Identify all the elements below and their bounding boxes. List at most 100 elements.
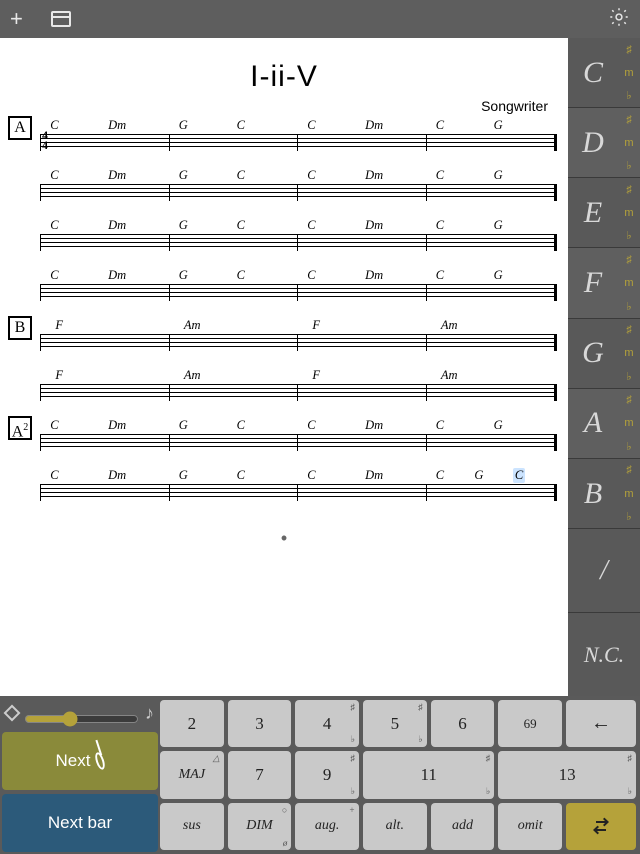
modifier-m[interactable]: m — [618, 412, 640, 435]
staff-line[interactable]: A2CDmGCCDmCG — [8, 424, 554, 452]
modifier-♯[interactable]: ♯ — [618, 459, 640, 482]
chord[interactable]: Dm — [365, 268, 383, 283]
modifier-m[interactable]: m — [618, 272, 640, 295]
modifier-m[interactable]: m — [618, 131, 640, 154]
staff-line[interactable]: FAmFAm — [8, 374, 554, 402]
chord[interactable]: Dm — [365, 418, 383, 433]
chord[interactable]: C — [513, 468, 525, 483]
chord[interactable]: G — [179, 218, 188, 233]
staff-line[interactable]: CDmGCCDmCG — [8, 274, 554, 302]
next-bar-button[interactable]: Next bar — [2, 794, 158, 852]
key-5[interactable]: 5♯♭ — [363, 700, 427, 747]
key-maj[interactable]: MAJ△ — [160, 751, 224, 798]
chord[interactable]: C — [436, 168, 444, 183]
key-add[interactable]: add — [431, 803, 495, 850]
key-omit[interactable]: omit — [498, 803, 562, 850]
chord[interactable]: C — [436, 468, 444, 483]
chord[interactable]: C — [307, 268, 315, 283]
modifier-m[interactable]: m — [618, 61, 640, 84]
chord[interactable]: C — [307, 468, 315, 483]
chord[interactable]: Dm — [108, 118, 126, 133]
modifier-♯[interactable]: ♯ — [618, 38, 640, 61]
modifier-m[interactable]: m — [618, 201, 640, 224]
chord[interactable]: G — [494, 268, 503, 283]
key-aug[interactable]: aug.+ — [295, 803, 359, 850]
chord[interactable]: C — [237, 218, 245, 233]
palette-key-b[interactable]: B♯m♭ — [568, 459, 640, 529]
chord[interactable]: G — [179, 118, 188, 133]
staff-line[interactable]: CDmGCCDmCGC — [8, 474, 554, 502]
key-6[interactable]: 6 — [431, 700, 495, 747]
key-swap[interactable] — [566, 803, 636, 850]
modifier-♭[interactable]: ♭ — [618, 435, 640, 458]
palette-key-f[interactable]: F♯m♭ — [568, 248, 640, 318]
chord[interactable]: G — [179, 418, 188, 433]
modifier-♯[interactable]: ♯ — [618, 389, 640, 412]
staff-line[interactable]: CDmGCCDmCG — [8, 174, 554, 202]
chord[interactable]: G — [179, 268, 188, 283]
sheet-page[interactable]: I-ii-V Songwriter A44CDmGCCDmCGCDmGCCDmC… — [0, 38, 568, 696]
palette-key-e[interactable]: E♯m♭ — [568, 178, 640, 248]
modifier-♭[interactable]: ♭ — [618, 154, 640, 177]
modifier-♯[interactable]: ♯ — [618, 178, 640, 201]
key-dim[interactable]: DIM○ø — [228, 803, 292, 850]
modifier-♭[interactable]: ♭ — [618, 224, 640, 247]
chord[interactable]: G — [179, 468, 188, 483]
modifier-♭[interactable]: ♭ — [618, 295, 640, 318]
chord[interactable]: C — [237, 118, 245, 133]
chord[interactable]: C — [436, 268, 444, 283]
chord[interactable]: C — [237, 418, 245, 433]
chord[interactable]: C — [307, 218, 315, 233]
modifier-♯[interactable]: ♯ — [618, 248, 640, 271]
chord[interactable]: C — [307, 418, 315, 433]
palette-key-c[interactable]: C♯m♭ — [568, 38, 640, 108]
chord[interactable]: Dm — [365, 218, 383, 233]
chord[interactable]: G — [494, 218, 503, 233]
add-icon[interactable]: + — [10, 8, 23, 30]
chord[interactable]: C — [50, 418, 58, 433]
palette-nc[interactable]: N.C. — [568, 613, 640, 696]
chord[interactable]: C — [436, 218, 444, 233]
chord[interactable]: G — [474, 468, 483, 483]
palette-key-g[interactable]: G♯m♭ — [568, 319, 640, 389]
chord[interactable]: C — [237, 468, 245, 483]
chord[interactable]: F — [55, 318, 63, 333]
chord[interactable]: Dm — [108, 468, 126, 483]
chord[interactable]: Am — [184, 368, 201, 383]
key-7[interactable]: 7 — [228, 751, 292, 798]
chord[interactable]: Dm — [108, 268, 126, 283]
key-3[interactable]: 3 — [228, 700, 292, 747]
chord[interactable]: Dm — [108, 418, 126, 433]
key-4[interactable]: 4♯♭ — [295, 700, 359, 747]
staff-line[interactable]: BFAmFAm — [8, 324, 554, 352]
staff-line[interactable]: A44CDmGCCDmCG — [8, 124, 554, 152]
chord[interactable]: Dm — [365, 118, 383, 133]
duration-slider[interactable] — [24, 711, 139, 727]
chord[interactable]: G — [494, 168, 503, 183]
modifier-m[interactable]: m — [618, 482, 640, 505]
chord[interactable]: Dm — [365, 468, 383, 483]
gear-icon[interactable] — [608, 6, 630, 33]
modifier-♭[interactable]: ♭ — [618, 505, 640, 528]
chord[interactable]: F — [312, 318, 320, 333]
chord[interactable]: C — [237, 168, 245, 183]
chord[interactable]: G — [494, 418, 503, 433]
palette-key-a[interactable]: A♯m♭ — [568, 389, 640, 459]
modifier-♭[interactable]: ♭ — [618, 365, 640, 388]
next-button[interactable]: Next — [2, 732, 158, 790]
palette-slash[interactable]: / — [568, 529, 640, 613]
chord[interactable]: Am — [441, 368, 458, 383]
chord[interactable]: F — [312, 368, 320, 383]
palette-key-d[interactable]: D♯m♭ — [568, 108, 640, 178]
chord[interactable]: C — [237, 268, 245, 283]
modifier-♭[interactable]: ♭ — [618, 84, 640, 107]
modifier-♯[interactable]: ♯ — [618, 319, 640, 342]
chord[interactable]: Dm — [108, 168, 126, 183]
chord[interactable]: C — [307, 168, 315, 183]
chord[interactable]: Dm — [108, 218, 126, 233]
key-9[interactable]: 9♯♭ — [295, 751, 359, 798]
key-11[interactable]: 11♯♭ — [363, 751, 494, 798]
chord[interactable]: G — [494, 118, 503, 133]
chord[interactable]: Am — [184, 318, 201, 333]
chord[interactable]: Am — [441, 318, 458, 333]
